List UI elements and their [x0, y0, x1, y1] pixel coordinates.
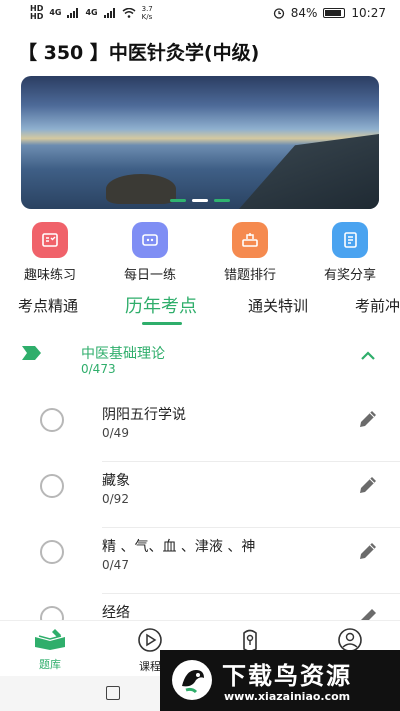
battery-icon: [323, 8, 346, 18]
pencil-icon[interactable]: [357, 474, 379, 496]
item-name: 经络: [102, 605, 130, 621]
signal-icon: [67, 8, 79, 18]
progress-circle-icon[interactable]: [40, 540, 64, 564]
practice-icon: [32, 222, 68, 258]
wifi-icon: [122, 8, 136, 18]
action-ranking-label: 错题排行: [223, 268, 276, 283]
network-1-label: 4G: [49, 8, 62, 17]
progress-circle-icon[interactable]: [40, 474, 64, 498]
ranking-icon: [232, 222, 268, 258]
nav-label: 题库: [39, 658, 61, 671]
pencil-icon[interactable]: [357, 408, 379, 430]
watermark-overlay: 下载鸟资源 www.xiazainiao.com: [160, 650, 400, 711]
tab-past-exams[interactable]: 历年考点: [125, 292, 197, 318]
sim2-hd-label: HD: [30, 12, 44, 21]
network-2-label: 4G: [85, 8, 98, 17]
clock: 10:27: [351, 6, 386, 20]
sim-indicators: HD HD: [30, 5, 43, 21]
quick-actions: 趣味练习 每日一练 错题排行 有奖分享: [0, 222, 400, 286]
pencil-icon[interactable]: [357, 540, 379, 562]
carousel-dot[interactable]: [192, 199, 208, 202]
section-count: 0/473: [81, 362, 116, 376]
list-item[interactable]: 阴阳五行学说 0/49: [0, 396, 400, 462]
banner-image-shore: [239, 134, 379, 209]
item-name: 藏象: [102, 473, 130, 489]
tab-bar: 考点精通 历年考点 通关特训 考前冲: [0, 290, 400, 330]
status-left: HD HD 4G 4G 3.7 K/s: [30, 5, 158, 22]
item-count: 0/49: [102, 426, 129, 440]
status-right: 84% 10:27: [273, 6, 386, 20]
carousel-indicator: [21, 199, 379, 202]
page-title: 【 350 】中医针灸学(中级): [18, 42, 260, 64]
watermark-url: www.xiazainiao.com: [224, 690, 351, 703]
tab-special-training[interactable]: 通关特训: [248, 295, 308, 316]
action-practice-label: 趣味练习: [23, 268, 76, 283]
section-title: 中医基础理论: [81, 346, 165, 362]
nav-question-bank[interactable]: 题库: [20, 627, 80, 672]
action-share-label: 有奖分享: [323, 268, 376, 283]
progress-circle-icon[interactable]: [40, 408, 64, 432]
battery-percent: 84%: [290, 6, 318, 20]
carousel-dot[interactable]: [170, 199, 186, 202]
item-name: 精 、气、血 、津液 、神: [102, 539, 256, 555]
banner-carousel[interactable]: [21, 76, 379, 209]
signal-icon: [103, 8, 115, 18]
question-bank-icon: [35, 629, 65, 650]
chevron-up-icon[interactable]: [360, 350, 376, 362]
action-share[interactable]: 有奖分享: [310, 222, 390, 283]
active-tab-indicator: [142, 322, 182, 325]
list-item[interactable]: 藏象 0/92: [0, 462, 400, 528]
battery-level: [325, 10, 341, 16]
network-speed: 3.7 K/s: [141, 5, 153, 21]
tab-mastery[interactable]: 考点精通: [18, 295, 78, 316]
action-daily[interactable]: 每日一练: [110, 222, 190, 283]
item-count: 0/47: [102, 558, 129, 572]
tab-pre-exam[interactable]: 考前冲: [355, 295, 400, 316]
action-daily-label: 每日一练: [123, 268, 176, 283]
item-count: 0/92: [102, 492, 129, 506]
action-ranking[interactable]: 错题排行: [210, 222, 290, 283]
action-practice[interactable]: 趣味练习: [10, 222, 90, 283]
status-bar: HD HD 4G 4G 3.7 K/s 84% 10:27: [0, 0, 400, 26]
item-name: 阴阳五行学说: [102, 407, 186, 423]
daily-icon: [132, 222, 168, 258]
recent-apps-button[interactable]: [106, 686, 120, 700]
section-flag-icon: [22, 346, 41, 360]
list-item[interactable]: 精 、气、血 、津液 、神 0/47: [0, 528, 400, 594]
bird-logo-icon: [172, 660, 212, 700]
watermark-title: 下载鸟资源: [222, 662, 352, 690]
carousel-dot[interactable]: [214, 199, 230, 202]
section-header[interactable]: 中医基础理论 0/473: [0, 338, 400, 384]
share-icon: [332, 222, 368, 258]
alarm-icon: [273, 8, 284, 19]
